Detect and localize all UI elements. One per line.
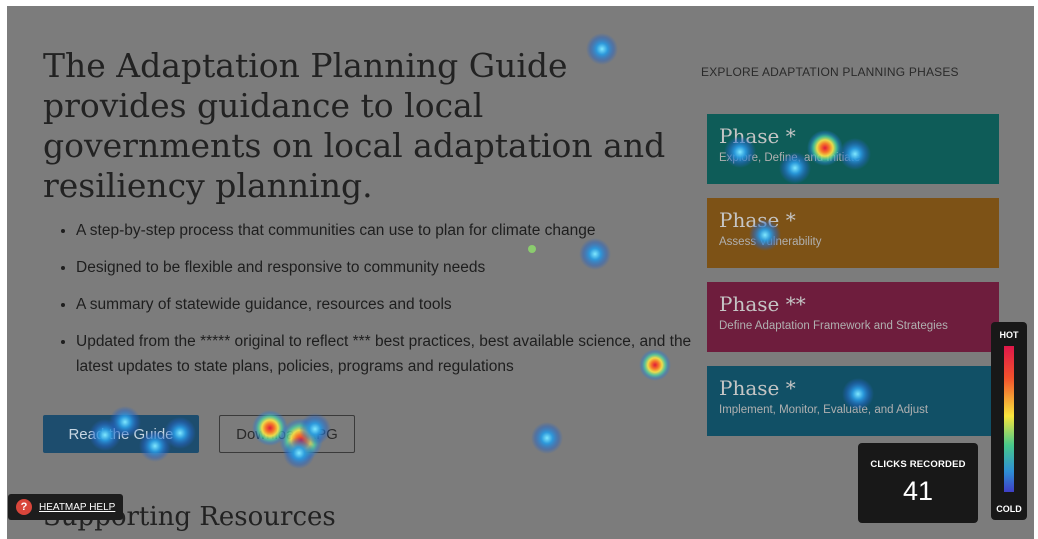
heatmap-help-button[interactable]: ? HEATMAP HELP — [8, 494, 123, 520]
phase-subtitle: Assess Vulnerability — [719, 236, 822, 248]
clicks-count: 41 — [902, 476, 934, 506]
phase-title: Phase * — [719, 208, 796, 232]
read-guide-button[interactable]: Read the Guide — [43, 415, 199, 453]
legend-cold-label: COLD — [996, 504, 1022, 514]
question-icon: ? — [16, 499, 32, 515]
legend-gradient — [1004, 346, 1014, 492]
heat-legend: HOT COLD — [991, 322, 1027, 520]
legend-hot-label: HOT — [999, 330, 1019, 340]
phase-subtitle: Define Adaptation Framework and Strategi… — [719, 320, 948, 332]
phase-card-3[interactable]: Phase ** Define Adaptation Framework and… — [707, 282, 999, 352]
phase-card-2[interactable]: Phase * Assess Vulnerability — [707, 198, 999, 268]
feature-list: A step-by-step process that communities … — [60, 218, 706, 391]
heatmap-help-label: HEATMAP HELP — [39, 501, 116, 513]
list-item: Designed to be flexible and responsive t… — [76, 255, 706, 280]
phase-title: Phase * — [719, 124, 796, 148]
download-apg-button[interactable]: Download APG — [219, 415, 355, 453]
phases-heading: EXPLORE ADAPTATION PLANNING PHASES — [701, 65, 959, 79]
list-item: Updated from the ***** original to refle… — [76, 329, 706, 379]
phase-subtitle: Implement, Monitor, Evaluate, and Adjust — [719, 404, 929, 416]
page-title: The Adaptation Planning Guide provides g… — [43, 46, 666, 205]
list-item: A summary of statewide guidance, resourc… — [76, 292, 706, 317]
phase-card-4[interactable]: Phase * Implement, Monitor, Evaluate, an… — [707, 366, 999, 436]
phase-title: Phase ** — [719, 292, 806, 316]
phase-subtitle: Explore, Define, and Initiate — [719, 152, 861, 164]
phase-title: Phase * — [719, 376, 796, 400]
heat-spot — [531, 422, 563, 454]
clicks-recorded-panel: CLICKS RECORDED 41 — [858, 443, 978, 523]
clicks-recorded-label: CLICKS RECORDED — [870, 459, 966, 470]
list-item: A step-by-step process that communities … — [76, 218, 706, 243]
phase-card-1[interactable]: Phase * Explore, Define, and Initiate — [707, 114, 999, 184]
